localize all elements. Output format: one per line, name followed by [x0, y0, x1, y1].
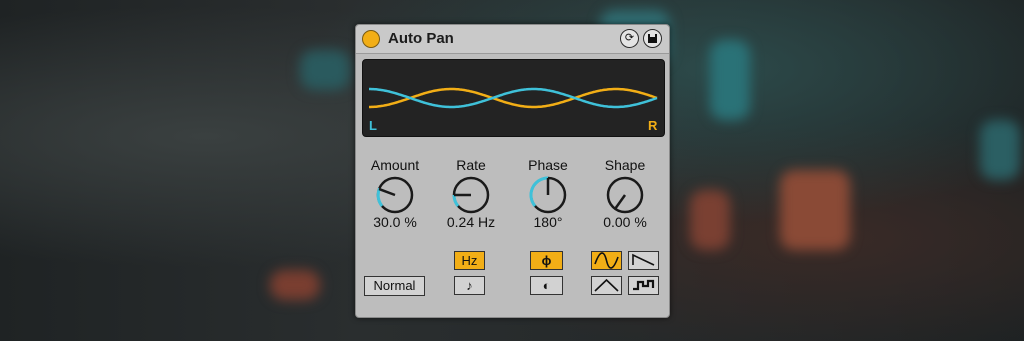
shape-value: 0.00 %	[603, 214, 647, 230]
right-channel-label: R	[648, 118, 658, 133]
device-power-toggle[interactable]	[362, 30, 380, 48]
phase-mode-button[interactable]: ϕ	[530, 251, 563, 270]
triangle-wave-button[interactable]	[591, 276, 622, 295]
sine-wave-icon	[594, 252, 619, 269]
rate-value: 0.24 Hz	[446, 214, 496, 230]
background-shape	[270, 270, 320, 300]
pan-waveform	[369, 87, 658, 109]
background-shape	[980, 120, 1020, 180]
shape-knob[interactable]	[603, 173, 647, 217]
amount-value: 30.0 %	[373, 214, 417, 230]
sine-wave-button[interactable]	[591, 251, 622, 270]
background-shape	[300, 50, 350, 90]
rate-knob[interactable]	[449, 173, 493, 217]
phase-value: 180°	[533, 214, 563, 230]
shape-label: Shape	[604, 157, 646, 173]
offset-mode-button[interactable]: ◐	[530, 276, 563, 295]
device-title: Auto Pan	[388, 30, 454, 47]
rate-label: Rate	[456, 157, 486, 173]
random-wave-icon	[633, 279, 655, 291]
mode-select[interactable]: Normal	[364, 276, 425, 296]
saw-down-icon	[632, 253, 655, 266]
amount-knob[interactable]	[373, 173, 417, 217]
auto-pan-device: Auto Pan ⟳ L R Amount 30.0 % Rate 0.24 H…	[355, 24, 670, 318]
phase-label: Phase	[528, 157, 568, 173]
beat-sync-button[interactable]: ♪	[454, 276, 485, 295]
saw-down-button[interactable]	[628, 251, 659, 270]
triangle-wave-icon	[594, 278, 619, 292]
pan-display: L R	[362, 59, 665, 137]
left-channel-label: L	[369, 118, 377, 133]
device-title-bar: Auto Pan ⟳	[356, 25, 669, 54]
background-shape	[710, 40, 750, 120]
hz-button[interactable]: Hz	[454, 251, 485, 270]
amount-label: Amount	[370, 157, 420, 173]
background-shape	[690, 190, 730, 250]
save-preset-icon[interactable]	[643, 29, 662, 48]
hot-swap-icon[interactable]: ⟳	[620, 29, 639, 48]
phase-knob[interactable]	[526, 173, 570, 217]
random-wave-button[interactable]	[628, 276, 659, 295]
background-shape	[780, 170, 850, 250]
